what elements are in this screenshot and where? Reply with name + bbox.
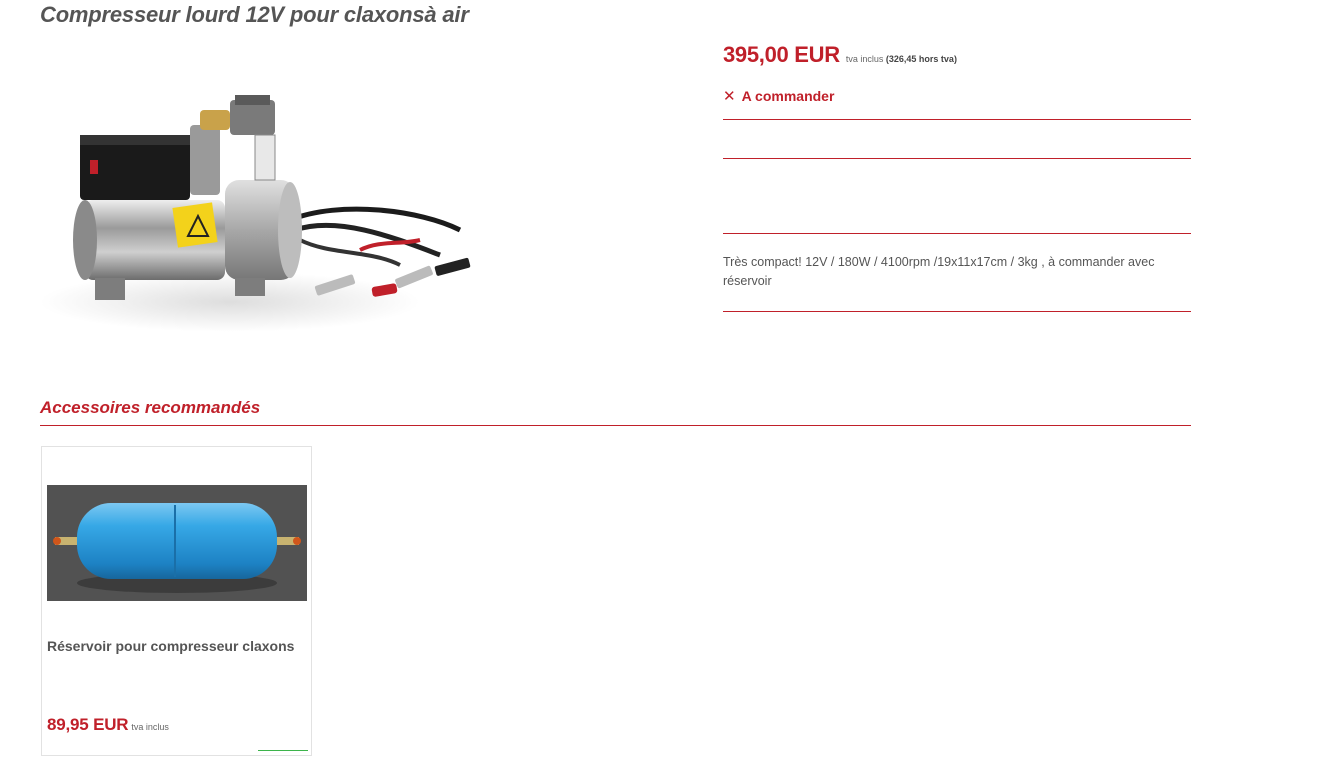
accessories-heading: Accessoires recommandés [40,398,261,417]
accessory-tax-label: tva inclus [131,722,169,732]
accessory-name[interactable]: Réservoir pour compresseur claxons [47,638,307,654]
divider [723,233,1191,234]
tax-label: tva inclus [845,54,884,64]
price-block: 395,00 EUR tva inclus (326,45 hors tva) [723,42,1191,72]
accessory-card[interactable]: Réservoir pour compresseur claxons 89,95… [41,446,312,756]
product-price: 395,00 EUR [723,42,840,67]
tax-note: tva inclus (326,45 hors tva) [846,54,957,64]
accessory-price-row: 89,95 EUR tva inclus [47,715,169,735]
product-title: Compresseur lourd 12V pour claxonsà air [40,2,469,27]
divider [723,311,1191,312]
availability-label: A commander [741,88,835,104]
accessory-price: 89,95 EUR [47,715,129,734]
availability-status: ✕ A commander [723,88,834,104]
product-image [40,95,471,332]
price-excl-tax: (326,45 hors tva) [885,54,957,64]
divider [723,158,1191,159]
divider [723,119,1191,120]
accessory-card-accent-line [258,750,308,751]
product-description: Très compact! 12V / 180W / 4100rpm /19x1… [723,255,1155,288]
accessory-image[interactable] [47,485,307,601]
x-icon: ✕ [723,87,736,105]
section-divider [40,425,1191,426]
